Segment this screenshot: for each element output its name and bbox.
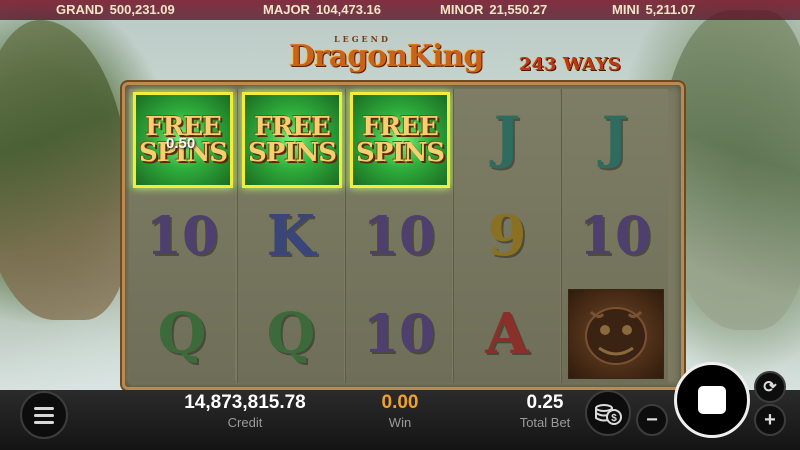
jackpot-major: MAJOR 104,473.16 [263,2,381,17]
stop-icon [698,386,726,414]
credit-label: Credit [227,415,263,430]
hamburger-icon-line [34,413,54,417]
win-label: Win [388,415,412,430]
symbol-win-amount: 0.50 [166,135,196,152]
reel-3-row-3: 10 [346,285,452,383]
symbol-ten: 10 [578,205,652,267]
reel-4-row-1: J [454,89,560,187]
credit-value: 14,873,815.78 [184,392,306,413]
symbol-jack: J [493,105,521,171]
reel-1-row-2: 10 [129,187,235,285]
win-value: 0.00 [381,392,419,413]
symbol-queen: Q [266,301,316,367]
coins-icon: $ [595,404,622,425]
logo-title: DragonKing [289,39,484,74]
jackpot-major-value: 104,473.16 [315,2,382,17]
free-spins-line2: SPINS [247,138,337,168]
free-spins-symbol: FREE SPINS 0.50 [133,92,233,188]
increase-bet-button[interactable]: + [754,404,786,436]
symbol-ten: 10 [145,205,219,267]
hamburger-icon-line [34,406,54,410]
spin-stop-button[interactable] [674,362,750,438]
decrease-bet-button[interactable]: − [636,404,668,436]
reel-5-row-3 [562,285,668,383]
autoplay-refresh-icon: ⟳ [763,379,777,396]
jackpot-grand: GRAND 500,231.09 [56,2,175,17]
reel-5-row-1: J [562,89,668,187]
credit-display: 14,873,815.78 Credit [170,392,320,430]
svg-text:$: $ [611,413,617,424]
symbol-jack: J [601,105,629,171]
reel-1: FREE SPINS 0.50 10 Q [129,89,235,383]
minus-icon: − [646,408,658,431]
win-display: 0.00 Win [360,392,440,430]
reel-4-row-3: A [454,285,560,383]
jackpot-mini-label: MINI [612,2,640,17]
symbol-ace: A [485,301,529,367]
reel-3-row-2: 10 [346,187,452,285]
reel-4: J 9 A [453,89,560,383]
free-spins-line1: FREE [362,112,439,142]
jackpot-bar: GRAND 500,231.09 MAJOR 104,473.16 MINOR 21,… [0,0,800,20]
reel-1-row-3: Q [129,285,235,383]
symbol-nine: 9 [487,203,527,269]
reel-grid: FREE SPINS 0.50 10 Q FREE SPINS K Q FREE… [122,82,684,390]
reel-2-row-1: FREE SPINS [238,89,344,188]
jackpot-minor-value: 21,550.27 [489,2,548,17]
free-spins-line2: SPINS [355,138,445,168]
plus-icon: + [764,408,776,431]
reel-5: J 10 [561,89,668,383]
reel-2-row-3: Q [238,285,344,383]
total-bet-value: 0.25 [526,392,564,413]
reel-2: FREE SPINS K Q [237,89,344,383]
total-bet-display: 0.25 Total Bet [505,392,585,430]
reel-5-row-2: 10 [562,187,668,285]
symbol-king: K [266,203,316,269]
total-bet-label: Total Bet [519,415,571,430]
jackpot-mini-value: 5,211.07 [645,2,696,17]
reel-4-row-2: 9 [454,187,560,285]
symbol-ten: 10 [362,303,436,365]
dragon-symbol [568,289,664,379]
jackpot-mini: MINI 5,211.07 [612,2,695,17]
autoplay-button[interactable]: ⟳ [754,371,786,403]
reel-3-row-1: FREE SPINS [346,89,452,188]
jackpot-minor: MINOR 21,550.27 [440,2,547,17]
jackpot-grand-value: 500,231.09 [109,2,175,17]
coin-bet-button[interactable]: $ [585,390,631,436]
reel-1-row-1: FREE SPINS 0.50 [129,89,235,188]
hamburger-icon-line [34,420,54,424]
free-spins-symbol: FREE SPINS [242,92,342,188]
free-spins-line1: FREE [254,112,331,142]
game-logo: LEGEND DragonKing 243 WAYS [284,34,624,78]
jackpot-minor-label: MINOR [440,2,484,17]
reel-3: FREE SPINS 10 10 [345,89,452,383]
jackpot-grand-label: GRAND [56,2,104,17]
menu-button[interactable] [20,391,68,439]
logo-ways: 243 WAYS [519,54,621,75]
dragon-face-icon [585,307,647,365]
symbol-queen: Q [157,301,207,367]
jackpot-major-label: MAJOR [263,2,310,17]
free-spins-symbol: FREE SPINS [350,92,450,188]
symbol-ten: 10 [362,205,436,267]
reel-2-row-2: K [238,187,344,285]
